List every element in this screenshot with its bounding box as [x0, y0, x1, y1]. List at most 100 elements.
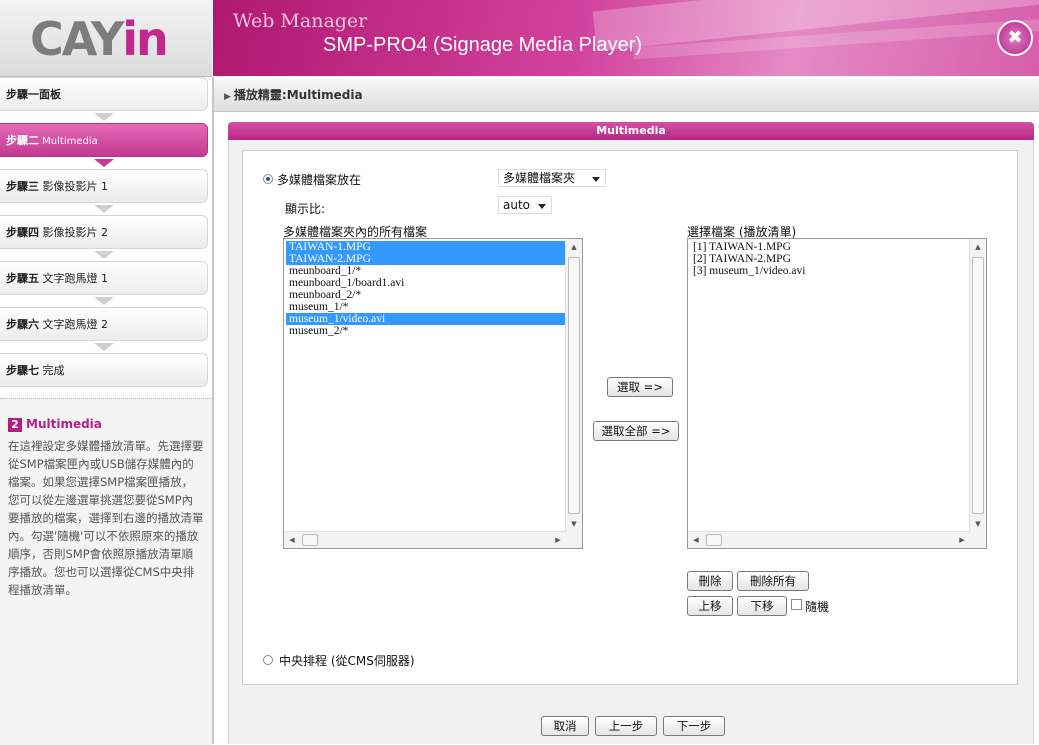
- playlist-item[interactable]: [2] TAIWAN-2.MPG: [690, 253, 970, 265]
- file-list-item[interactable]: meunboard_2/*: [286, 289, 566, 301]
- step-3-label: 影像投影片 1: [39, 180, 108, 193]
- vertical-scrollbar[interactable]: ▲ ▼: [969, 239, 986, 532]
- random-label: 隨機: [805, 600, 830, 614]
- scroll-right-icon[interactable]: ▶: [954, 532, 970, 548]
- playlist-list[interactable]: [1] TAIWAN-1.MPG [2] TAIWAN-2.MPG [3] muse…: [687, 238, 987, 549]
- playlist-item[interactable]: [1] TAIWAN-1.MPG: [690, 241, 970, 253]
- help-text: 在這裡設定多媒體播放清單。先選擇要從SMP檔案匣內或USB儲存媒體內的檔案。如果…: [8, 439, 204, 597]
- step-4-prefix: 步驟四: [6, 226, 39, 239]
- step-arrow: [0, 341, 208, 353]
- triangle-right-icon: ▶: [224, 92, 231, 102]
- step-nav: 步驟一面板 步驟二 Multimedia 步驟三 影像投影片 1 步驟四 影像投…: [0, 77, 212, 387]
- file-list-item[interactable]: museum_1/video.avi: [286, 313, 566, 325]
- ratio-select-value: auto: [503, 198, 531, 212]
- chevron-down-icon: [592, 177, 600, 182]
- header-banner: Web Manager SMP-PRO4 (Signage Media Play…: [213, 0, 1039, 76]
- select-button[interactable]: 選取 =>: [607, 377, 673, 397]
- step-arrow: [0, 295, 208, 307]
- step-2[interactable]: 步驟二 Multimedia: [0, 123, 208, 157]
- delete-button[interactable]: 刪除: [687, 571, 733, 591]
- step-4[interactable]: 步驟四 影像投影片 2: [0, 215, 208, 249]
- file-list-item[interactable]: meunboard_1/*: [286, 265, 566, 277]
- all-files-list[interactable]: TAIWAN-1.MPG TAIWAN-2.MPG meunboard_1/* meu…: [283, 238, 583, 549]
- step-3[interactable]: 步驟三 影像投影片 1: [0, 169, 208, 203]
- scroll-thumb[interactable]: [706, 534, 722, 546]
- step-2-prefix: 步驟二: [6, 134, 39, 147]
- scroll-corner: [970, 532, 986, 548]
- step-arrow: [0, 249, 208, 261]
- step-4-label: 影像投影片 2: [39, 226, 108, 239]
- step-1[interactable]: 步驟一面板: [0, 77, 208, 111]
- scroll-up-icon[interactable]: ▲: [970, 239, 986, 255]
- central-schedule-radio[interactable]: [263, 655, 273, 665]
- step-6-prefix: 步驟六: [6, 318, 39, 331]
- step-arrow: [0, 203, 208, 215]
- step-1-label: 面板: [39, 88, 61, 101]
- logo-area: CAYin: [0, 0, 212, 77]
- step-5[interactable]: 步驟五 文字跑馬燈 1: [0, 261, 208, 295]
- divider: [212, 77, 214, 744]
- next-step-button[interactable]: 下一步: [663, 716, 725, 736]
- header-subtitle: Web Manager: [233, 10, 368, 32]
- step-7[interactable]: 步驟七 完成: [0, 353, 208, 387]
- step-5-label: 文字跑馬燈 1: [39, 272, 108, 285]
- all-files-items: TAIWAN-1.MPG TAIWAN-2.MPG meunboard_1/* meu…: [286, 241, 566, 337]
- playlist-item[interactable]: [3] museum_1/video.avi: [690, 265, 970, 277]
- step-6[interactable]: 步驟六 文字跑馬燈 2: [0, 307, 208, 341]
- random-checkbox[interactable]: [791, 599, 802, 610]
- horizontal-scrollbar[interactable]: ◀ ▶: [284, 531, 566, 548]
- file-list-item[interactable]: museum_1/*: [286, 301, 566, 313]
- step-7-label: 完成: [39, 364, 65, 377]
- scroll-thumb[interactable]: [568, 257, 580, 514]
- horizontal-scrollbar[interactable]: ◀ ▶: [688, 531, 970, 548]
- step-3-prefix: 步驟三: [6, 180, 39, 193]
- step-2-label: Multimedia: [39, 136, 98, 147]
- ratio-select[interactable]: auto: [498, 196, 552, 214]
- cayin-logo: CAYin: [30, 16, 169, 62]
- help-step-number: 2: [8, 418, 22, 432]
- scroll-right-icon[interactable]: ▶: [550, 532, 566, 548]
- chevron-down-icon: [538, 204, 546, 209]
- source-select-value: 多媒體檔案夾: [503, 171, 576, 185]
- file-list-item[interactable]: TAIWAN-1.MPG: [286, 241, 566, 253]
- prev-step-button[interactable]: 上一步: [595, 716, 657, 736]
- ratio-label: 顯示比:: [285, 202, 326, 216]
- logo-text-cay: CAY: [30, 12, 124, 66]
- scroll-left-icon[interactable]: ◀: [688, 532, 704, 548]
- breadcrumb-text: 播放精靈:Multimedia: [233, 88, 363, 102]
- move-down-button[interactable]: 下移: [737, 596, 787, 616]
- scroll-corner: [566, 532, 582, 548]
- move-up-button[interactable]: 上移: [687, 596, 733, 616]
- step-5-prefix: 步驟五: [6, 272, 39, 285]
- panel-title: Multimedia: [228, 122, 1034, 140]
- step-arrow: [0, 111, 208, 123]
- help-title-text: Multimedia: [26, 417, 102, 431]
- scroll-thumb[interactable]: [302, 534, 318, 546]
- header-model: SMP-PRO4 (Signage Media Player): [323, 34, 643, 56]
- source-folder-radio[interactable]: [263, 174, 273, 184]
- scroll-up-icon[interactable]: ▲: [566, 239, 582, 255]
- scroll-down-icon[interactable]: ▼: [970, 516, 986, 532]
- central-schedule-label: 中央排程 (從CMS伺服器): [279, 654, 415, 668]
- delete-all-button[interactable]: 刪除所有: [737, 571, 809, 591]
- file-list-item[interactable]: museum_2/*: [286, 325, 566, 337]
- cancel-button[interactable]: 取消: [541, 716, 589, 736]
- vertical-scrollbar[interactable]: ▲ ▼: [565, 239, 582, 532]
- power-icon[interactable]: ✖: [997, 20, 1033, 56]
- scroll-thumb[interactable]: [972, 257, 984, 514]
- scroll-left-icon[interactable]: ◀: [284, 532, 300, 548]
- breadcrumb: ▶ 播放精靈:Multimedia: [214, 79, 1039, 112]
- scroll-down-icon[interactable]: ▼: [566, 516, 582, 532]
- file-list-item[interactable]: meunboard_1/board1.avi: [286, 277, 566, 289]
- help-title: 2 Multimedia: [8, 417, 102, 432]
- step-7-prefix: 步驟七: [6, 364, 39, 377]
- source-label: 多媒體檔案放在: [277, 173, 362, 187]
- source-select[interactable]: 多媒體檔案夾: [498, 169, 606, 187]
- help-panel: 2 Multimedia 在這裡設定多媒體播放清單。先選擇要從SMP檔案匣內或US…: [0, 398, 212, 745]
- file-list-item[interactable]: TAIWAN-2.MPG: [286, 253, 566, 265]
- step-1-prefix: 步驟一: [6, 88, 39, 101]
- select-all-button[interactable]: 選取全部 =>: [593, 421, 679, 441]
- playlist-items: [1] TAIWAN-1.MPG [2] TAIWAN-2.MPG [3] muse…: [690, 241, 970, 277]
- step-6-label: 文字跑馬燈 2: [39, 318, 108, 331]
- logo-text-in: in: [122, 12, 168, 66]
